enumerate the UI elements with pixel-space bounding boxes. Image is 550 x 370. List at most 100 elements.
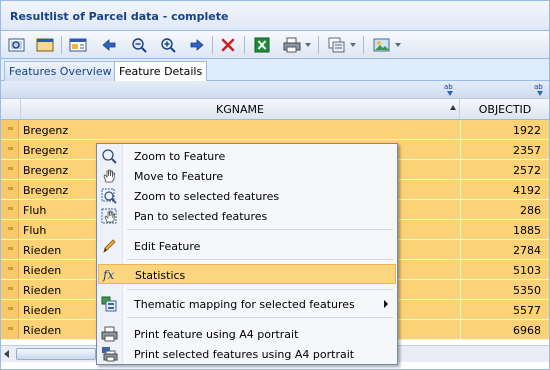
zoom-out-icon[interactable] [129, 35, 149, 55]
zoom-extent-icon[interactable] [7, 35, 27, 55]
table-select-icon[interactable] [68, 35, 88, 55]
scroll-left-icon[interactable] [4, 350, 9, 358]
grid-header: KGNAME OBJECTID [1, 99, 549, 120]
chevron-down-icon[interactable] [395, 43, 401, 47]
row-indicator[interactable] [1, 180, 19, 199]
table-row[interactable]: Bregenz 1922 [1, 120, 549, 140]
cell-kgname: Fluh [23, 224, 47, 237]
toolbar [1, 31, 549, 59]
menu-item-label: Move to Feature [134, 170, 224, 183]
menu-separator [127, 317, 393, 318]
cell-kgname: Bregenz [23, 184, 69, 197]
menu-item-edit-feature[interactable]: Edit Feature [98, 236, 396, 256]
arrow-left-icon[interactable] [99, 35, 119, 55]
scrollbar-thumb[interactable] [16, 348, 96, 360]
menu-item-label: Thematic mapping for selected features [134, 298, 355, 311]
menu-item-label: Statistics [135, 269, 186, 282]
row-indicator[interactable] [1, 280, 19, 299]
tab-strip: Features Overview Feature Details [1, 59, 549, 82]
pan-hand-icon [101, 168, 118, 184]
menu-separator [127, 289, 393, 290]
column-header-kgname[interactable]: KGNAME [20, 99, 460, 119]
cell-objectid: 4192 [513, 184, 541, 197]
menu-separator [127, 259, 393, 260]
row-indicator[interactable] [1, 160, 19, 179]
row-indicator[interactable] [1, 300, 19, 319]
chevron-down-icon[interactable] [350, 43, 356, 47]
filter-bar: ab ab [1, 81, 549, 99]
copy-icon[interactable] [327, 35, 347, 55]
menu-item-pan-to-selected[interactable]: Pan to selected features [98, 206, 396, 226]
toolbar-separator [318, 36, 319, 54]
menu-item-thematic-mapping[interactable]: Thematic mapping for selected features [98, 294, 396, 314]
text-filter-icon[interactable]: ab [533, 82, 547, 97]
pan-selection-icon [101, 208, 118, 224]
menu-separator [127, 229, 393, 230]
title-bar: Resultlist of Parcel data - complete [1, 1, 549, 31]
window-icon[interactable] [35, 35, 55, 55]
row-indicator[interactable] [1, 140, 19, 159]
cell-objectid: 2572 [513, 164, 541, 177]
zoom-selection-icon [101, 188, 118, 204]
menu-item-move-to-feature[interactable]: Move to Feature [98, 166, 396, 186]
zoom-in-icon[interactable] [158, 35, 178, 55]
cell-objectid: 5350 [513, 284, 541, 297]
cell-objectid: 1885 [513, 224, 541, 237]
cell-kgname: Bregenz [23, 164, 69, 177]
menu-item-label: Zoom to selected features [134, 190, 280, 203]
printer-icon [101, 326, 118, 342]
thematic-map-icon [101, 296, 118, 312]
menu-item-zoom-to-feature[interactable]: Zoom to Feature [98, 146, 396, 166]
menu-item-print-selected[interactable]: Print selected features using A4 portrai… [98, 344, 396, 364]
cell-kgname: Rieden [23, 264, 62, 277]
print-icon[interactable] [282, 35, 302, 55]
cell-objectid: 1922 [513, 124, 541, 137]
toolbar-separator [363, 36, 364, 54]
cell-kgname: Rieden [23, 304, 62, 317]
ab-icon-label: ab [444, 83, 453, 91]
cell-objectid: 2357 [513, 144, 541, 157]
chevron-down-icon[interactable] [305, 43, 311, 47]
cell-objectid: 5103 [513, 264, 541, 277]
image-icon[interactable] [372, 35, 392, 55]
menu-item-zoom-to-selected[interactable]: Zoom to selected features [98, 186, 396, 206]
row-indicator[interactable] [1, 220, 19, 239]
menu-item-print-feature[interactable]: Print feature using A4 portrait [98, 324, 396, 344]
excel-icon[interactable] [252, 35, 272, 55]
cell-objectid: 286 [520, 204, 541, 217]
column-header-label: OBJECTID [478, 103, 532, 116]
delete-icon[interactable] [218, 35, 238, 55]
cell-kgname: Bregenz [23, 124, 69, 137]
menu-item-label: Edit Feature [134, 240, 201, 253]
menu-item-statistics[interactable]: fx Statistics [98, 264, 396, 284]
cell-kgname: Fluh [23, 204, 47, 217]
menu-item-label: Pan to selected features [134, 210, 268, 223]
tab-feature-details[interactable]: Feature Details [114, 61, 208, 82]
cell-kgname: Rieden [23, 284, 62, 297]
row-indicator[interactable] [1, 260, 19, 279]
cell-kgname: Rieden [23, 324, 62, 337]
tab-features-overview[interactable]: Features Overview [4, 61, 117, 81]
text-filter-icon[interactable]: ab [443, 82, 457, 97]
sort-ascending-icon [450, 105, 456, 110]
cell-objectid: 6968 [513, 324, 541, 337]
pencil-icon [101, 238, 118, 254]
menu-item-label: Print feature using A4 portrait [134, 328, 299, 341]
ab-icon-label: ab [534, 83, 543, 91]
arrow-right-icon[interactable] [187, 35, 207, 55]
menu-item-label: Print selected features using A4 portrai… [134, 348, 355, 361]
context-menu: Zoom to Feature Move to Feature Zoom to … [96, 143, 398, 365]
printer-multi-icon [101, 346, 118, 362]
cell-objectid: 2784 [513, 244, 541, 257]
row-indicator[interactable] [1, 200, 19, 219]
row-indicator[interactable] [1, 320, 19, 339]
column-header-objectid[interactable]: OBJECTID [461, 99, 549, 119]
cell-objectid: 5577 [513, 304, 541, 317]
column-header-label: KGNAME [216, 103, 264, 116]
toolbar-separator [212, 36, 213, 54]
row-indicator[interactable] [1, 240, 19, 259]
submenu-arrow-icon [384, 300, 388, 308]
row-indicator[interactable] [1, 120, 19, 139]
window-title: Resultlist of Parcel data - complete [10, 10, 229, 23]
magnifier-icon [101, 148, 118, 164]
